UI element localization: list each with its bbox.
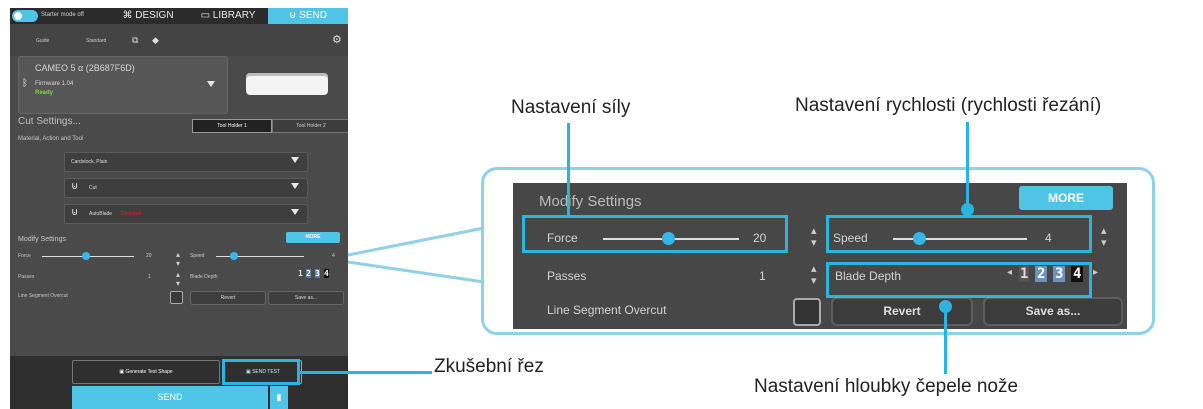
speed-callout-dot bbox=[961, 203, 974, 216]
zoom-line-segment-overcut-label: Line Segment Overcut bbox=[547, 303, 667, 317]
zoom-save-as-button[interactable]: Save as... bbox=[983, 297, 1123, 326]
send-test-highlight-box bbox=[222, 359, 300, 385]
annotation-speed: Nastavení rychlosti (rychlosti řezání) bbox=[795, 95, 1102, 116]
modify-settings-zoom: Modify Settings MORE Force 20 ▴ ▾ Speed 4… bbox=[513, 183, 1127, 329]
zoom-passes-value: 1 bbox=[759, 269, 766, 283]
annotation-test-cut: Zkušební řez bbox=[434, 356, 544, 377]
annotation-force: Nastavení síly bbox=[511, 97, 631, 118]
speed-callout-line bbox=[966, 122, 969, 208]
blade-plus-icon[interactable]: ▸ bbox=[1093, 267, 1098, 278]
zoom-force-stepper[interactable]: ▴ ▾ bbox=[811, 225, 817, 249]
zoom-modify-settings-title: Modify Settings bbox=[539, 193, 642, 210]
force-highlight-box bbox=[522, 215, 788, 253]
zoom-passes-label: Passes bbox=[547, 269, 587, 283]
zoom-revert-button[interactable]: Revert bbox=[831, 297, 973, 326]
zoom-speed-stepper[interactable]: ▴ ▾ bbox=[1101, 225, 1107, 249]
zoom-passes-stepper[interactable]: ▴ ▾ bbox=[811, 263, 817, 287]
zoom-connector-top bbox=[347, 226, 485, 257]
zoom-more-button[interactable]: MORE bbox=[1019, 186, 1113, 210]
force-callout-line bbox=[567, 123, 570, 217]
zoom-connector-bottom bbox=[347, 260, 485, 284]
annotation-blade-depth: Nastavení hloubky čepele nože bbox=[754, 376, 1019, 397]
blade-callout-line bbox=[944, 304, 947, 374]
speed-highlight-box bbox=[826, 215, 1092, 253]
blade-callout-dot bbox=[939, 300, 952, 313]
test-callout-line bbox=[300, 371, 432, 374]
blade-depth-highlight-box bbox=[826, 262, 1092, 298]
zoom-line-segment-checkbox[interactable] bbox=[793, 298, 821, 326]
